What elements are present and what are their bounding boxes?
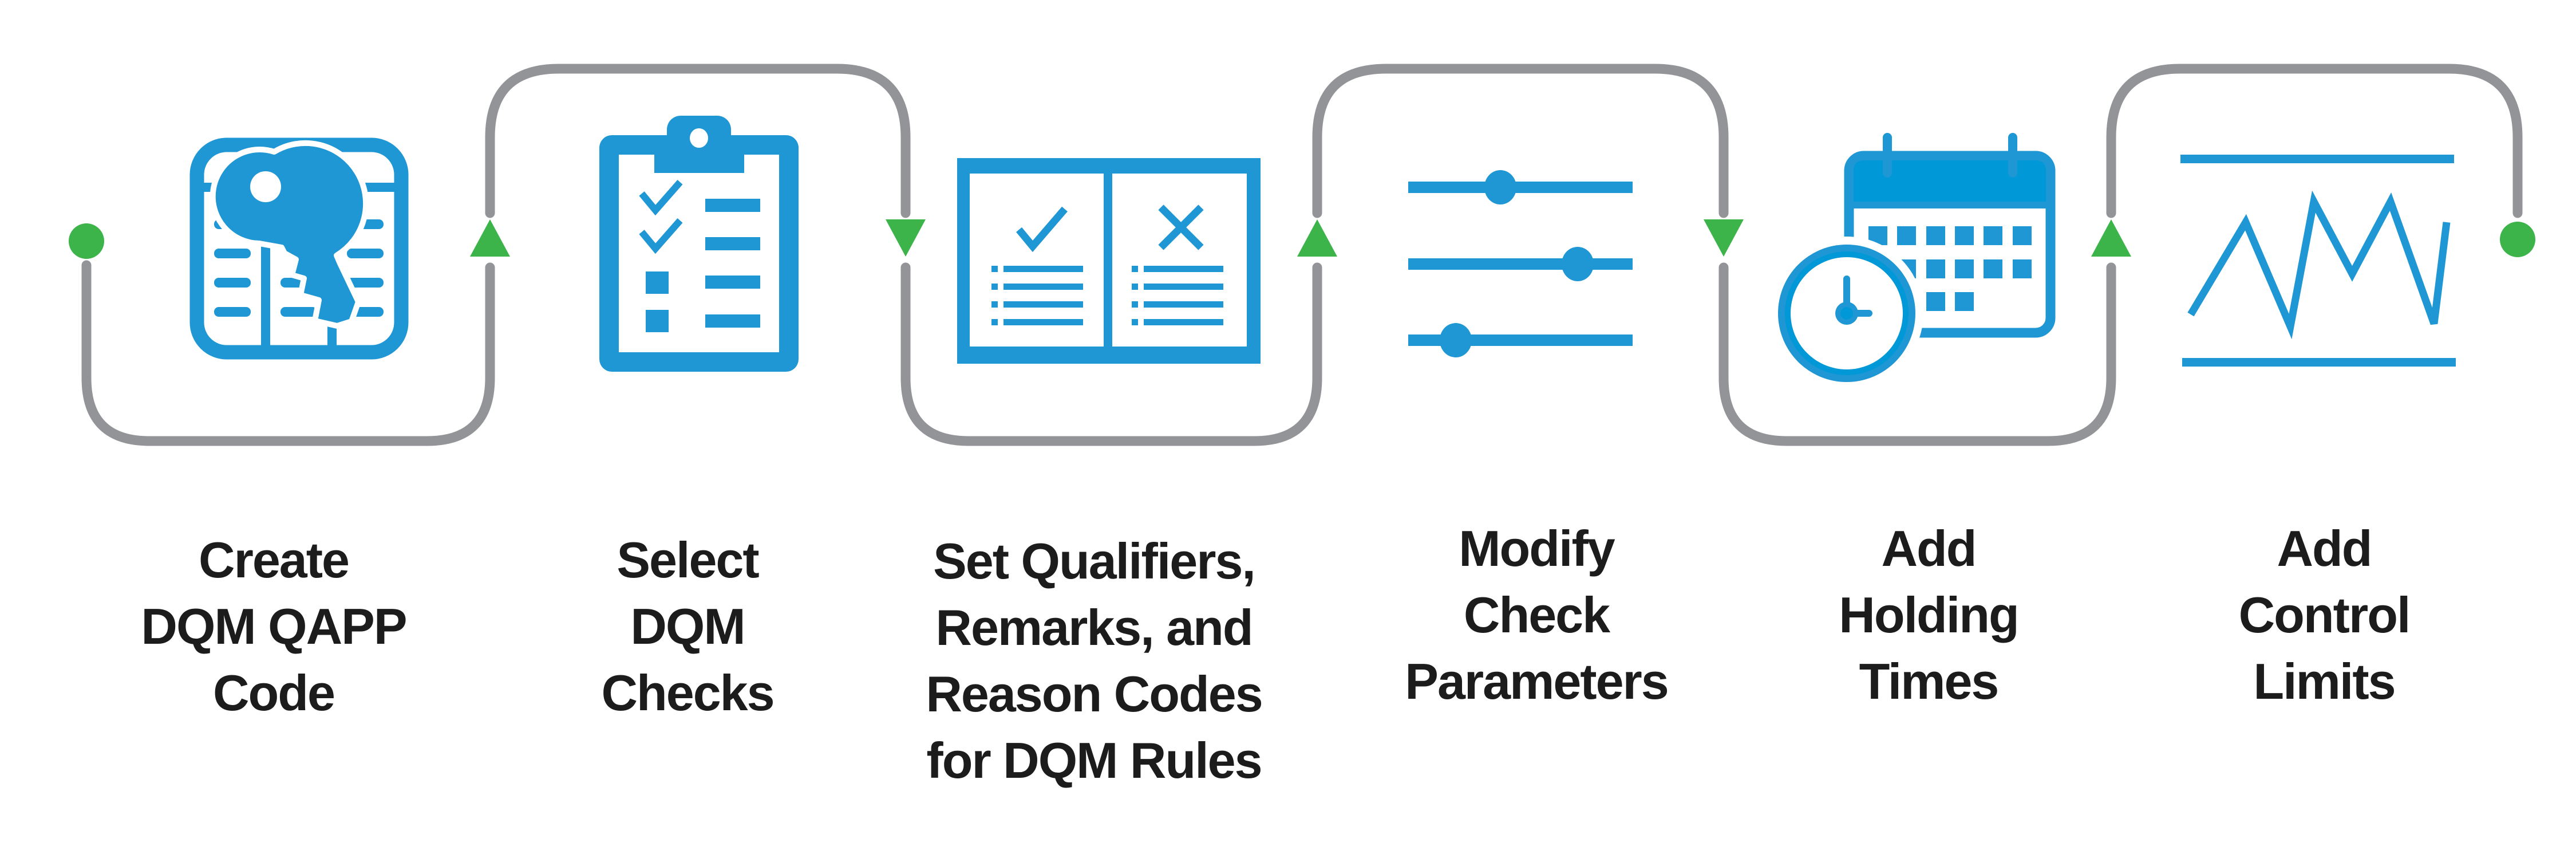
label-line: Control <box>2238 587 2411 643</box>
label-line: DQM QAPP <box>141 598 407 655</box>
step-label-3: Set Qualifiers, Remarks, and Reason Code… <box>876 528 1311 794</box>
end-dot <box>2500 222 2535 257</box>
label-line: Create <box>199 532 350 588</box>
label-line: Times <box>1859 653 2000 710</box>
step-label-4: Modify Check Parameters <box>1319 515 1754 715</box>
database-table-key-icon <box>189 137 409 360</box>
slider-knob <box>1562 247 1594 281</box>
label-line: Holding <box>1839 587 2019 643</box>
calendar-clock-icon <box>1770 133 2056 390</box>
label-line: Limits <box>2253 653 2396 710</box>
lower-control-limit <box>2182 358 2456 367</box>
control-chart-icon <box>2180 155 2456 367</box>
arrow-up-icon <box>1297 219 1337 257</box>
arrow-up-icon <box>470 219 510 257</box>
slider-knob <box>1484 170 1516 204</box>
upper-control-limit <box>2180 155 2454 163</box>
step-label-2: Select DQM Checks <box>470 527 905 726</box>
label-line: Add <box>2277 520 2372 577</box>
connector-segment-6 <box>2106 64 2523 218</box>
label-line: Code <box>213 664 335 721</box>
label-line: Modify <box>1459 520 1615 577</box>
label-line: for DQM Rules <box>926 732 1262 789</box>
label-line: Check <box>1463 587 1610 643</box>
label-line: DQM <box>630 598 745 655</box>
process-diagram: Create DQM QAPP Code Select DQM Checks S… <box>0 0 2576 859</box>
slider-knob <box>1440 323 1472 357</box>
clock-icon <box>1770 237 1923 390</box>
accept-reject-panels-icon <box>957 158 1261 364</box>
label-line: Add <box>1881 520 1977 577</box>
arrow-up-icon <box>2091 219 2131 257</box>
label-line: Checks <box>601 664 775 721</box>
label-line: Parameters <box>1405 653 1669 710</box>
step-label-1: Create DQM QAPP Code <box>56 527 491 726</box>
label-line: Select <box>617 532 759 588</box>
label-line: Set Qualifiers, <box>933 533 1256 589</box>
clipboard-checklist-icon <box>599 116 799 372</box>
label-line: Reason Codes <box>926 666 1263 722</box>
key-icon <box>210 140 369 329</box>
step-label-6: Add Control Limits <box>2107 515 2542 715</box>
step-label-5: Add Holding Times <box>1711 515 2146 715</box>
start-dot <box>69 223 104 259</box>
label-line: Remarks, and <box>935 599 1253 656</box>
arrow-down-icon <box>1704 219 1744 257</box>
process-line <box>2187 190 2451 340</box>
arrow-down-icon <box>886 219 926 257</box>
sliders-icon <box>1408 170 1633 357</box>
